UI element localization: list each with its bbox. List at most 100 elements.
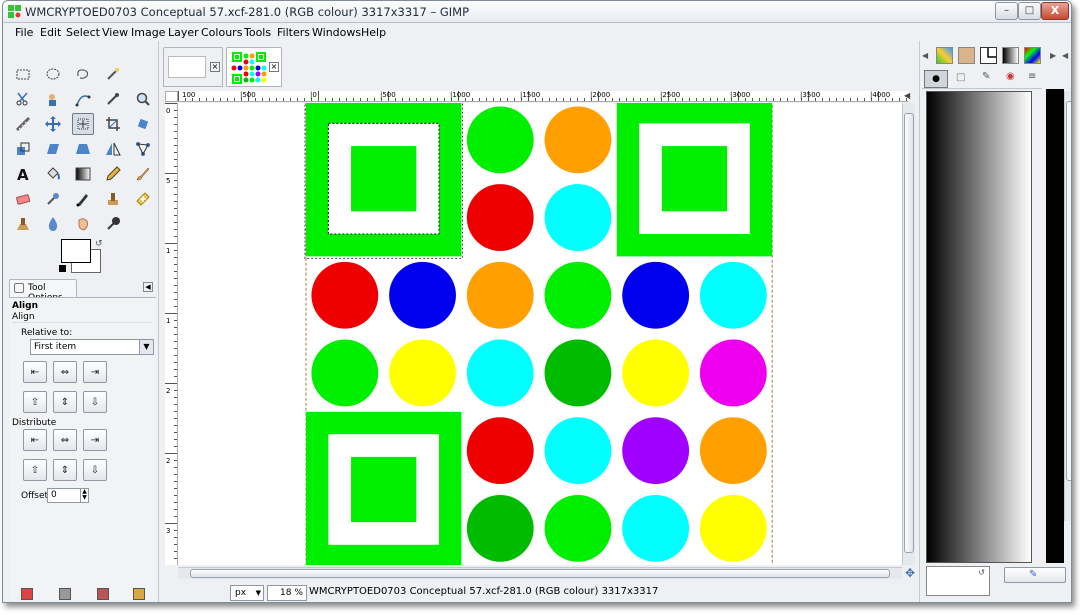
tool-dodge-burn[interactable] bbox=[102, 213, 124, 235]
save-options-icon[interactable] bbox=[21, 588, 33, 600]
align-middle-vertical-button[interactable]: ⇕ bbox=[53, 391, 77, 413]
tool-shear[interactable] bbox=[42, 138, 64, 160]
offset-spinbox[interactable]: 0 ▲ ▼ bbox=[47, 488, 89, 503]
brushes-tab-icon[interactable]: ● bbox=[924, 70, 948, 88]
align-right-button[interactable]: ⇥ bbox=[83, 361, 107, 383]
tool-paintbrush[interactable] bbox=[132, 163, 154, 185]
vertical-scrollbar[interactable] bbox=[902, 103, 915, 565]
printer-icon[interactable]: □ bbox=[956, 72, 965, 83]
distribute-left-button[interactable]: ⇤ bbox=[23, 429, 47, 451]
swap-colors-icon[interactable]: ↺ bbox=[95, 239, 103, 249]
tool-move[interactable] bbox=[42, 113, 64, 135]
distribute-bottom-button[interactable]: ⇩ bbox=[83, 459, 107, 481]
menu-layer[interactable]: Layer bbox=[168, 26, 199, 39]
tool-crop[interactable] bbox=[102, 113, 124, 135]
zoom-select[interactable]: 18 % bbox=[267, 585, 307, 601]
quick-mask-corner[interactable] bbox=[165, 91, 178, 102]
tool-perspective-clone[interactable] bbox=[12, 213, 34, 235]
tab-scroll-right-icon[interactable]: ▶ bbox=[1050, 51, 1056, 60]
tool-flip[interactable] bbox=[102, 138, 124, 160]
tool-text[interactable]: A bbox=[12, 163, 34, 185]
tool-pencil[interactable] bbox=[102, 163, 124, 185]
tool-cage[interactable] bbox=[132, 138, 154, 160]
horizontal-scroll-thumb[interactable] bbox=[190, 569, 890, 578]
tool-align[interactable] bbox=[72, 113, 94, 135]
vertical-scroll-thumb[interactable] bbox=[904, 113, 914, 553]
tab-patterns[interactable] bbox=[936, 47, 953, 64]
align-top-button[interactable]: ⇧ bbox=[23, 391, 47, 413]
gradient-preview[interactable] bbox=[926, 91, 1032, 563]
menu-filters[interactable]: Filters bbox=[277, 26, 310, 39]
distribute-center-horizontal-button[interactable]: ⇔ bbox=[53, 429, 77, 451]
menu-file[interactable]: File bbox=[15, 26, 33, 39]
image-canvas[interactable] bbox=[178, 103, 902, 565]
tool-free-select[interactable] bbox=[72, 63, 94, 85]
tool-rotate[interactable] bbox=[132, 113, 154, 135]
horizontal-scrollbar[interactable] bbox=[178, 567, 902, 579]
tab-tool-options[interactable]: Tool Options bbox=[9, 279, 77, 303]
distribute-top-button[interactable]: ⇧ bbox=[23, 459, 47, 481]
tool-scale[interactable] bbox=[12, 138, 34, 160]
tool-clone[interactable] bbox=[102, 188, 124, 210]
menu-colours[interactable]: Colours bbox=[201, 26, 242, 39]
font-icon[interactable]: ≡ bbox=[1028, 71, 1036, 82]
menu-help[interactable]: Help bbox=[361, 26, 386, 39]
distribute-right-button[interactable]: ⇥ bbox=[83, 429, 107, 451]
distribute-middle-vertical-button[interactable]: ⇕ bbox=[53, 459, 77, 481]
horizontal-ruler[interactable]: 100 |500 |0 |500 |1000 |1500 |2000 |2500 |3000 |3… bbox=[178, 91, 908, 102]
align-left-button[interactable]: ⇤ bbox=[23, 361, 47, 383]
tab-palettes[interactable] bbox=[1024, 47, 1041, 64]
tool-blend[interactable] bbox=[72, 163, 94, 185]
tool-measure[interactable] bbox=[12, 113, 34, 135]
menu-edit[interactable]: Edit bbox=[40, 26, 61, 39]
color-wheel-icon[interactable]: ◉ bbox=[1006, 71, 1015, 82]
tool-color-picker[interactable] bbox=[102, 88, 124, 110]
foreground-color-swatch[interactable] bbox=[61, 239, 91, 263]
edit-gradient-button[interactable]: ✎ bbox=[1004, 567, 1066, 583]
minimize-button[interactable]: – bbox=[995, 2, 1018, 20]
brush-icon[interactable]: ✎ bbox=[982, 71, 990, 82]
tool-heal[interactable] bbox=[132, 188, 154, 210]
tool-bucket-fill[interactable] bbox=[42, 163, 64, 185]
maximize-button[interactable]: □ bbox=[1018, 2, 1041, 20]
close-tab-icon[interactable]: × bbox=[210, 62, 220, 72]
tool-smudge[interactable] bbox=[72, 213, 94, 235]
tab-scroll-left-icon[interactable]: ◀ bbox=[922, 51, 928, 60]
vertical-ruler[interactable]: 0 5 1 1 2 2 3 bbox=[165, 103, 178, 565]
relative-to-select[interactable]: First item ▼ bbox=[30, 339, 154, 355]
navigate-icon[interactable]: ◀ bbox=[904, 91, 914, 101]
dock-scroll-thumb[interactable] bbox=[1066, 101, 1071, 481]
tool-blur[interactable] bbox=[42, 213, 64, 235]
tool-paths[interactable] bbox=[72, 88, 94, 110]
tool-perspective[interactable] bbox=[72, 138, 94, 160]
image-tab-blank[interactable]: × bbox=[163, 47, 223, 87]
delete-options-icon[interactable] bbox=[97, 588, 109, 600]
align-bottom-button[interactable]: ⇩ bbox=[83, 391, 107, 413]
panel-menu-icon[interactable]: ◀ bbox=[143, 282, 153, 292]
tool-airbrush[interactable] bbox=[42, 188, 64, 210]
dock-scrollbar[interactable] bbox=[1064, 91, 1071, 521]
tab-images[interactable] bbox=[958, 47, 975, 64]
tab-gradients[interactable] bbox=[1002, 47, 1019, 64]
tool-rect-select[interactable] bbox=[12, 63, 34, 85]
tool-ellipse-select[interactable] bbox=[42, 63, 64, 85]
unit-select[interactable]: px ▼ bbox=[230, 585, 264, 601]
menu-image[interactable]: Image bbox=[131, 26, 165, 39]
tool-zoom[interactable] bbox=[132, 88, 154, 110]
close-button[interactable]: X bbox=[1041, 2, 1069, 20]
menu-view[interactable]: View bbox=[102, 26, 128, 39]
reset-options-icon[interactable] bbox=[133, 588, 145, 600]
fg-bg-mini[interactable]: ↺ bbox=[926, 566, 990, 596]
align-center-horizontal-button[interactable]: ⇔ bbox=[53, 361, 77, 383]
tool-scissors-select[interactable] bbox=[12, 88, 34, 110]
restore-options-icon[interactable] bbox=[59, 588, 71, 600]
menu-select[interactable]: Select bbox=[66, 26, 100, 39]
image-tab-active[interactable]: × bbox=[226, 47, 282, 87]
menu-tools[interactable]: Tools bbox=[244, 26, 271, 39]
tool-eraser[interactable] bbox=[12, 188, 34, 210]
tool-ink[interactable] bbox=[72, 188, 94, 210]
tool-fuzzy-select[interactable] bbox=[102, 63, 124, 85]
swap-colors-icon[interactable]: ↺ bbox=[978, 568, 985, 577]
default-colors-icon[interactable] bbox=[59, 265, 66, 272]
menu-windows[interactable]: Windows bbox=[312, 26, 361, 39]
